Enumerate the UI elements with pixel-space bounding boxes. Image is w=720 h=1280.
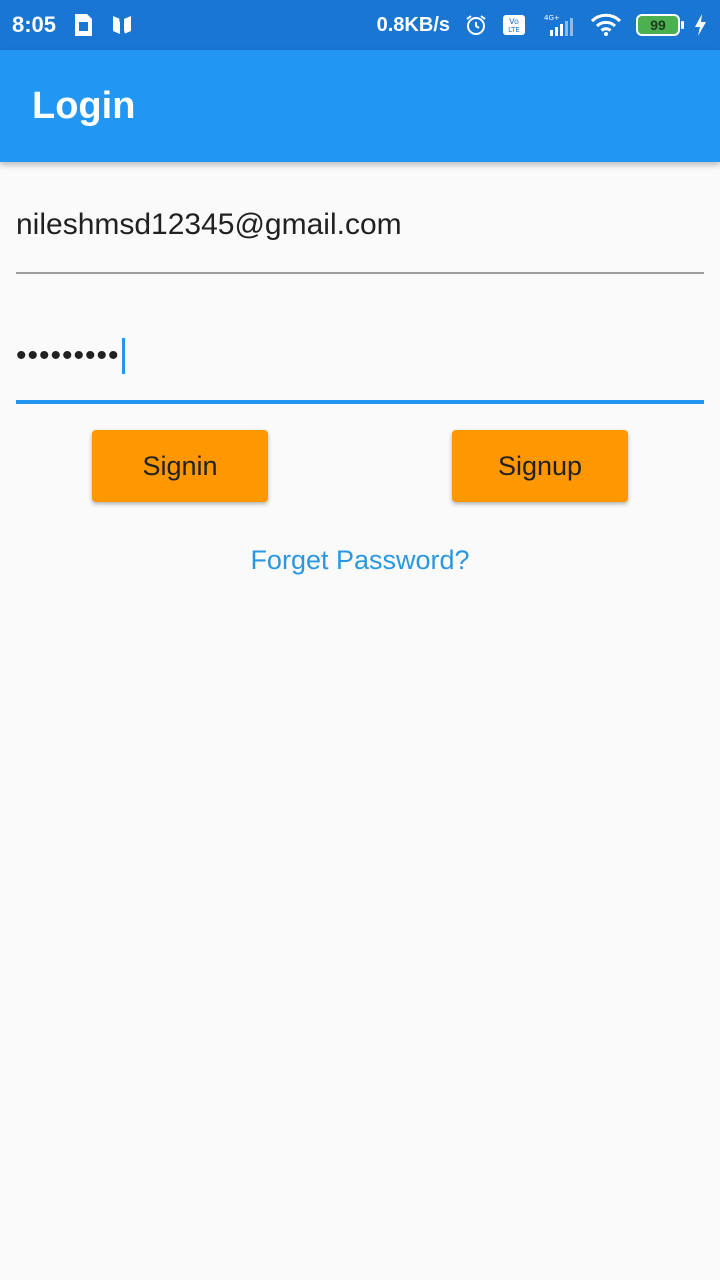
email-field[interactable]: nileshmsd12345@gmail.com — [16, 190, 704, 274]
battery-icon: 99 — [636, 14, 684, 36]
password-value: ••••••••• — [16, 339, 120, 372]
signin-button[interactable]: Signin — [92, 430, 268, 502]
charging-icon — [694, 13, 708, 37]
email-value: nileshmsd12345@gmail.com — [16, 208, 402, 241]
status-bar: 8:05 0.8KB/s Vo LTE 4G+ 99 — [0, 0, 720, 50]
password-value-wrap: ••••••••• — [16, 338, 125, 374]
text-cursor — [121, 338, 125, 374]
alarm-icon — [464, 13, 488, 37]
net-speed: 0.8KB/s — [376, 13, 450, 36]
signin-button-label: Signin — [142, 450, 218, 481]
signup-button-label: Signup — [497, 450, 583, 481]
signup-button[interactable]: Signup — [452, 430, 628, 502]
svg-text:4G+: 4G+ — [544, 14, 560, 22]
page-title: Login — [32, 84, 136, 127]
status-time: 8:05 — [12, 12, 57, 37]
n-notification-icon — [110, 13, 134, 37]
forget-password-link[interactable]: Forget Password? — [0, 545, 720, 576]
svg-text:Vo: Vo — [509, 17, 519, 26]
volte-icon: Vo LTE — [502, 13, 526, 37]
sim-card-icon — [70, 12, 96, 38]
svg-text:LTE: LTE — [508, 26, 520, 34]
wifi-icon — [590, 13, 622, 37]
signal-icon: 4G+ — [540, 12, 576, 38]
password-field[interactable]: ••••••••• — [16, 318, 704, 404]
app-bar: Login — [0, 50, 720, 162]
